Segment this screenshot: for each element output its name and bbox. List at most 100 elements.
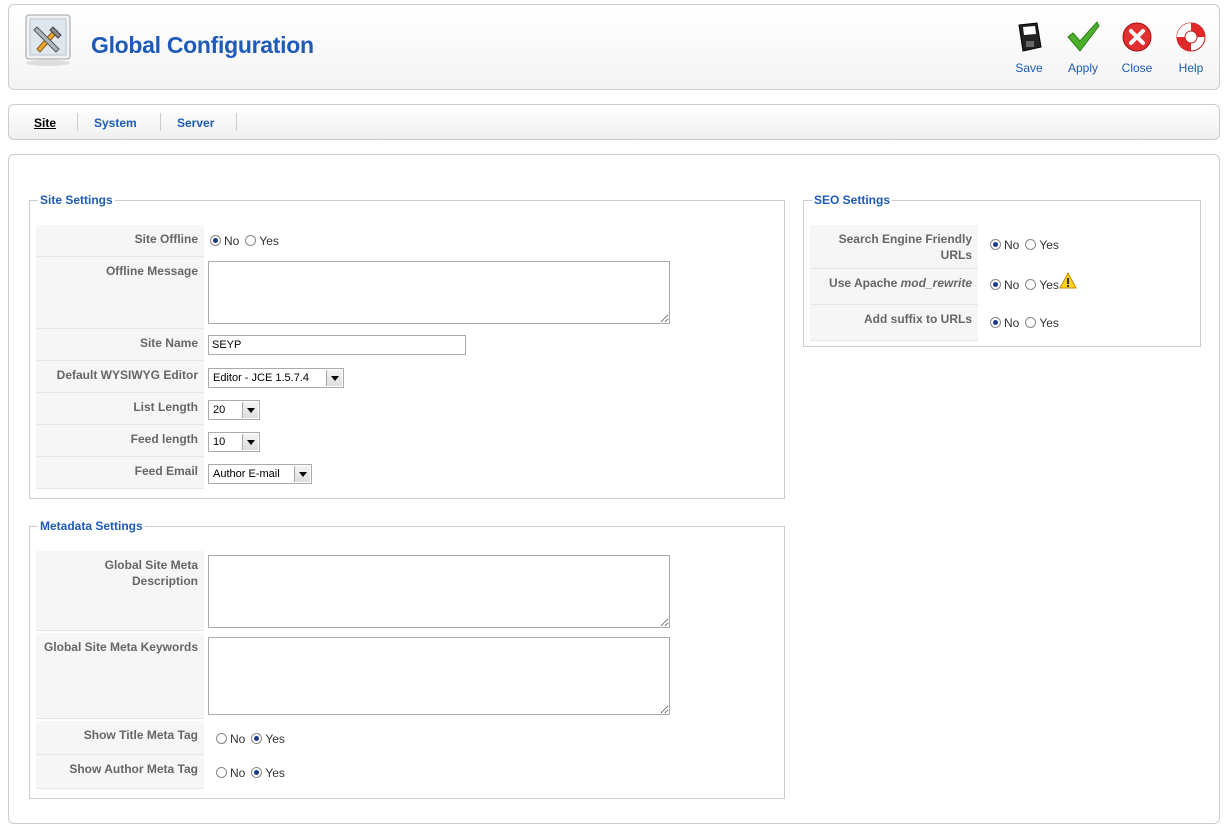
show-author-yes-radio[interactable] <box>251 767 263 779</box>
help-label: Help <box>1178 61 1204 75</box>
offline-message-label: Offline Message <box>36 257 204 329</box>
tab-divider <box>77 113 78 131</box>
checkmark-icon <box>1067 21 1100 52</box>
suffix-row: Add suffix to URLs No Yes <box>810 305 1194 341</box>
apply-button[interactable]: Apply <box>1059 19 1107 75</box>
metadata-settings-fieldset: Metadata Settings Global Site Meta Descr… <box>29 519 785 799</box>
show-author-label: Show Author Meta Tag <box>36 755 204 789</box>
sef-urls-row: Search Engine Friendly URLs No Yes <box>810 225 1194 269</box>
close-button[interactable]: Close <box>1113 19 1161 75</box>
content-panel: Site Settings Site Offline No Yes Offline… <box>8 154 1220 824</box>
meta-description-row: Global Site Meta Description <box>36 551 776 631</box>
mod-rewrite-yes-radio[interactable] <box>1025 279 1037 291</box>
meta-keywords-row: Global Site Meta Keywords <box>36 633 776 719</box>
mod-rewrite-label-em: mod_rewrite <box>900 276 972 290</box>
feed-email-row: Feed Email Author E-mail <box>36 457 776 489</box>
editor-label: Default WYSIWYG Editor <box>36 361 204 393</box>
site-offline-label: Site Offline <box>36 225 204 257</box>
metadata-settings-legend: Metadata Settings <box>40 519 143 533</box>
tab-site[interactable]: Site <box>34 116 56 130</box>
suffix-yes-radio[interactable] <box>1025 317 1037 329</box>
close-icon <box>1122 22 1152 52</box>
site-name-label: Site Name <box>36 329 204 361</box>
show-title-yes-label: Yes <box>265 731 285 746</box>
show-title-no-label: No <box>230 731 246 746</box>
list-length-row: List Length 20 <box>36 393 776 425</box>
sef-urls-no-label: No <box>1004 237 1020 252</box>
site-offline-no-label: No <box>224 233 240 248</box>
feed-email-value: Author E-mail <box>213 468 280 480</box>
show-title-no-radio[interactable] <box>216 733 227 745</box>
warning-icon[interactable] <box>1059 271 1077 292</box>
feed-email-select[interactable]: Author E-mail <box>208 464 312 484</box>
site-offline-yes-label: Yes <box>259 233 279 248</box>
suffix-yes-label: Yes <box>1039 315 1059 330</box>
suffix-label: Add suffix to URLs <box>810 305 978 341</box>
lifebuoy-icon <box>1176 22 1206 52</box>
mod-rewrite-label: Use Apache mod_rewrite <box>810 269 978 305</box>
offline-message-textarea[interactable] <box>208 261 670 324</box>
editor-select-value: Editor - JCE 1.5.7.4 <box>213 372 309 384</box>
mod-rewrite-no-radio[interactable] <box>990 279 1001 291</box>
tab-divider <box>160 113 161 131</box>
site-name-row: Site Name <box>36 329 776 361</box>
site-settings-fieldset: Site Settings Site Offline No Yes Offline… <box>29 193 785 499</box>
chevron-down-icon <box>242 402 258 418</box>
meta-description-textarea[interactable] <box>208 555 670 628</box>
apply-label: Apply <box>1067 61 1099 75</box>
mod-rewrite-no-label: No <box>1004 277 1020 292</box>
close-label: Close <box>1121 61 1153 75</box>
site-settings-legend: Site Settings <box>40 193 113 207</box>
seo-settings-fieldset: SEO Settings Search Engine Friendly URLs… <box>803 193 1201 347</box>
page-title: Global Configuration <box>91 32 314 58</box>
sef-urls-no-radio[interactable] <box>990 239 1001 251</box>
show-author-no-label: No <box>230 765 246 780</box>
suffix-no-label: No <box>1004 315 1020 330</box>
list-length-label: List Length <box>36 393 204 425</box>
save-label: Save <box>1015 61 1043 75</box>
site-offline-yes-radio[interactable] <box>245 235 257 247</box>
list-length-value: 20 <box>213 404 226 416</box>
mod-rewrite-label-prefix: Use Apache <box>829 276 901 290</box>
site-offline-no-radio[interactable] <box>210 235 221 247</box>
meta-keywords-textarea[interactable] <box>208 637 670 715</box>
sef-urls-yes-label: Yes <box>1039 237 1059 252</box>
toolbar: Global Configuration Save Apply Close He… <box>8 4 1220 90</box>
feed-email-label: Feed Email <box>36 457 204 489</box>
chevron-down-icon <box>326 370 342 386</box>
mod-rewrite-row: Use Apache mod_rewrite No Yes <box>810 269 1194 305</box>
feed-length-select[interactable]: 10 <box>208 432 260 452</box>
show-author-row: Show Author Meta Tag No Yes <box>36 755 776 789</box>
feed-length-row: Feed length 10 <box>36 425 776 457</box>
tab-system[interactable]: System <box>94 116 137 130</box>
sef-urls-yes-radio[interactable] <box>1025 239 1037 251</box>
chevron-down-icon <box>242 434 258 450</box>
show-author-no-radio[interactable] <box>216 767 227 779</box>
chevron-down-icon <box>294 466 310 482</box>
meta-keywords-label: Global Site Meta Keywords <box>36 633 204 719</box>
seo-settings-legend: SEO Settings <box>814 193 891 207</box>
show-title-label: Show Title Meta Tag <box>36 721 204 755</box>
tab-bar: Site System Server <box>8 104 1220 140</box>
meta-description-label: Global Site Meta Description <box>36 551 204 631</box>
feed-length-value: 10 <box>213 436 226 448</box>
mod-rewrite-yes-label: Yes <box>1039 277 1059 292</box>
site-offline-row: Site Offline No Yes <box>36 225 776 257</box>
site-name-input[interactable] <box>208 335 466 355</box>
tab-divider <box>236 113 237 131</box>
list-length-select[interactable]: 20 <box>208 400 260 420</box>
editor-row: Default WYSIWYG Editor Editor - JCE 1.5.… <box>36 361 776 393</box>
offline-message-row: Offline Message <box>36 257 776 329</box>
sef-urls-label: Search Engine Friendly URLs <box>810 225 978 269</box>
save-button[interactable]: Save <box>1005 19 1053 75</box>
show-title-yes-radio[interactable] <box>251 733 263 745</box>
save-icon <box>1018 22 1042 52</box>
config-tools-icon <box>23 13 77 69</box>
show-title-row: Show Title Meta Tag No Yes <box>36 721 776 755</box>
suffix-no-radio[interactable] <box>990 317 1001 329</box>
editor-select[interactable]: Editor - JCE 1.5.7.4 <box>208 368 344 388</box>
help-button[interactable]: Help <box>1167 19 1215 75</box>
tab-server[interactable]: Server <box>177 116 214 130</box>
show-author-yes-label: Yes <box>265 765 285 780</box>
feed-length-label: Feed length <box>36 425 204 457</box>
